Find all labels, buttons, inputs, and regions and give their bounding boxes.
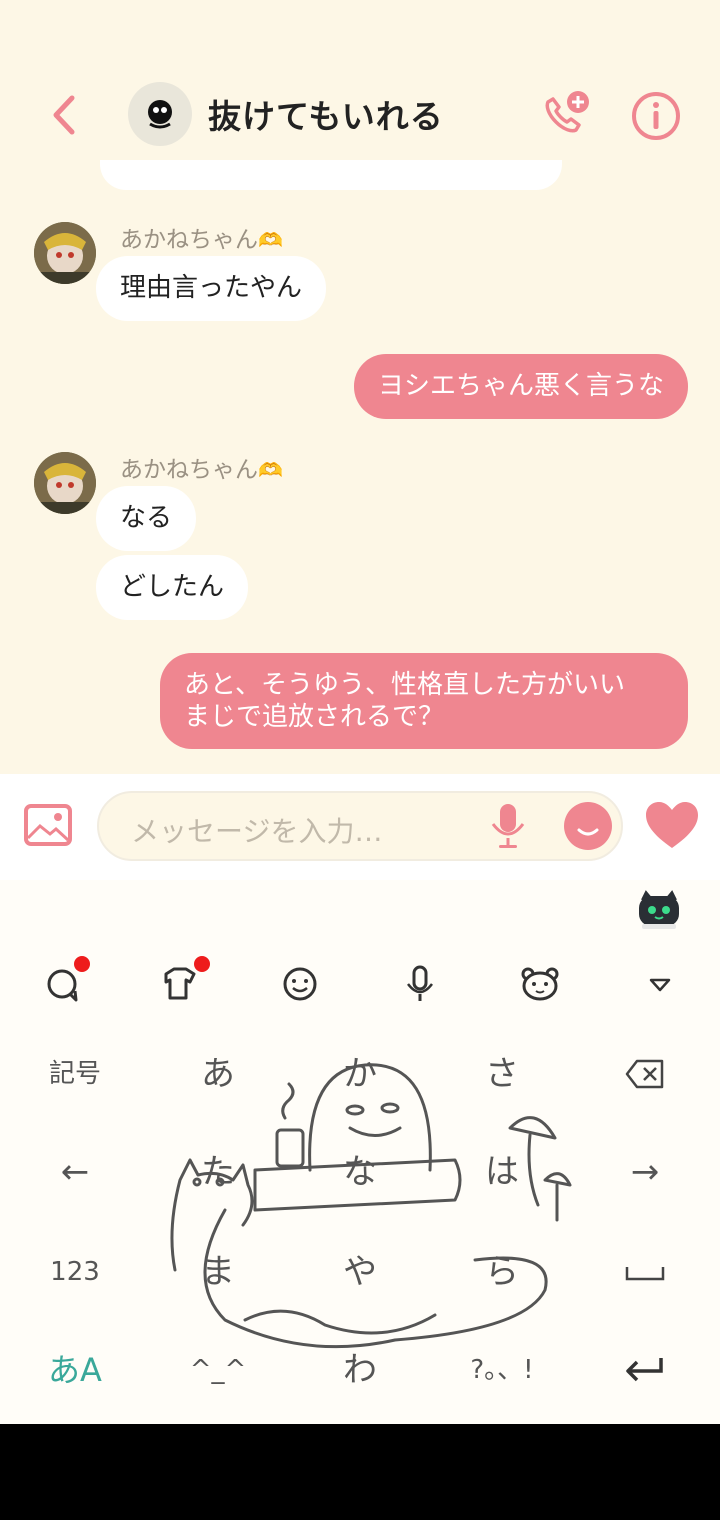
chat-header: 抜けてもいれる [0,60,720,170]
keyboard-assistant-icon[interactable] [636,890,682,930]
enter-icon [626,1358,663,1382]
message-input-placeholder: メッセージを入力… [131,815,383,848]
key-numbers[interactable]: 123 [15,1242,135,1302]
smiley-icon [283,967,317,1001]
key-ma[interactable]: ま [158,1242,278,1302]
sender-avatar[interactable] [34,452,96,514]
sender-name: あかねちゃん🫶 [120,227,283,253]
info-button[interactable] [630,90,682,142]
voice-input-button[interactable] [488,802,528,850]
back-button[interactable] [44,90,84,140]
kaomoji-tab[interactable] [518,962,562,1006]
key-na[interactable]: な [300,1142,420,1202]
incoming-message-bubble[interactable]: 理由言ったやん [96,256,327,321]
enter-key[interactable] [585,1340,705,1400]
key-left-arrow[interactable]: ← [15,1142,135,1202]
ghost-icon [148,100,172,129]
space-key[interactable] [585,1242,705,1302]
key-a[interactable]: あ [158,1044,278,1104]
emoji-button[interactable] [564,802,612,850]
phone-plus-icon [545,91,589,133]
heart-emoji-icon: 🫶 [258,228,283,252]
chat-screen: 抜けてもいれる あかねちゃん🫶 理由言ったやん ヨシエちゃん悪く言うな あかねち… [0,0,720,1424]
heart-icon [646,802,698,848]
chevron-left-icon [53,95,75,135]
notification-dot [194,956,210,972]
key-punctuation[interactable]: ?。、! [442,1340,562,1400]
mic-icon [407,965,433,1001]
backspace-key[interactable] [585,1044,705,1104]
message-line: まじで追放されるで？ [184,702,445,732]
key-kaomoji[interactable]: ^_^ [158,1340,278,1400]
image-button[interactable] [24,804,72,846]
key-ha[interactable]: は [442,1142,562,1202]
key-input-mode[interactable]: あA [15,1340,135,1400]
avatar-image [34,452,96,514]
voice-tab[interactable] [398,962,442,1006]
key-symbols[interactable]: 記号 [15,1044,135,1104]
key-input-mode-label: あA [48,1351,102,1389]
key-wa[interactable]: わ [300,1340,420,1400]
backspace-icon [625,1059,664,1089]
key-ka[interactable]: か [300,1044,420,1104]
smile-icon [577,828,599,836]
previous-message-bubble [100,160,562,190]
message-input-bar: メッセージを入力… [0,774,720,880]
image-icon [24,804,72,846]
triangle-down-icon [649,978,671,992]
sender-name: あかねちゃん🫶 [120,457,283,483]
emoji-tab[interactable] [278,962,322,1006]
key-ya[interactable]: や [300,1242,420,1302]
key-ra[interactable]: ら [442,1242,562,1302]
bear-icon [521,967,559,1001]
group-call-button[interactable] [538,88,594,144]
incoming-message-bubble[interactable]: どしたん [96,555,249,620]
outgoing-message-bubble[interactable]: ヨシエちゃん悪く言うな [353,354,688,419]
message-line: あと、そうゆう、性格直した方がいい [184,670,625,700]
like-button[interactable] [644,800,700,852]
system-navigation-bar [0,1424,720,1520]
message-input[interactable]: メッセージを入力… [97,791,623,861]
avatar-image [34,222,96,284]
key-ta[interactable]: た [158,1142,278,1202]
room-title: 抜けてもいれる [208,97,444,136]
notification-dot [74,956,90,972]
mic-icon [491,804,525,848]
collapse-keyboard-button[interactable] [638,962,682,1006]
info-icon [632,92,680,140]
key-right-arrow[interactable]: → [585,1142,705,1202]
heart-emoji-icon: 🫶 [258,458,283,482]
outgoing-message-bubble[interactable]: あと、そうゆう、性格直した方がいい まじで追放されるで？ [160,653,688,749]
sender-avatar[interactable] [34,222,96,284]
room-avatar[interactable] [128,82,192,146]
space-icon [625,1267,665,1281]
key-sa[interactable]: さ [442,1044,562,1104]
keyboard: 記号 あ か さ ← た な は → 123 ま や ら あA ^_^ わ ?。… [0,880,720,1424]
incoming-message-bubble[interactable]: なる [96,486,197,551]
